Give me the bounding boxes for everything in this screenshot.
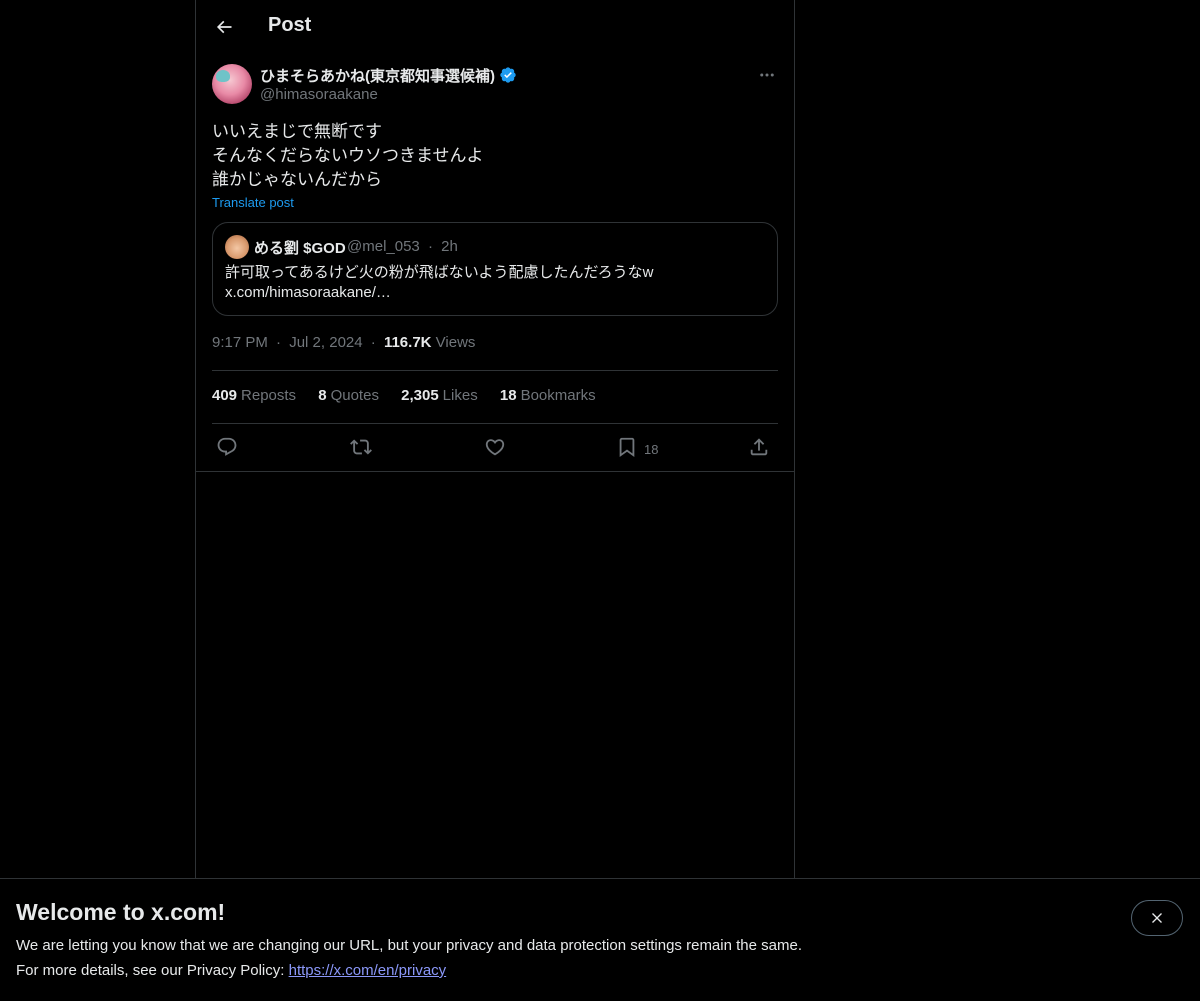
- quotes-stat[interactable]: 8 Quotes: [318, 387, 379, 404]
- more-horizontal-icon: [760, 73, 774, 77]
- stat-label: Bookmarks: [520, 387, 596, 404]
- post-text-line: 誰かじゃないんだから: [212, 170, 382, 189]
- post: ひまそらあかね(東京都知事選候補) @himasoraakane いいえまじで無…: [212, 64, 778, 316]
- repost-button[interactable]: [350, 434, 372, 460]
- post-actions: 18: [212, 434, 778, 460]
- more-options-button[interactable]: [756, 66, 778, 84]
- stat-label: Reposts: [241, 387, 297, 404]
- author-row: ひまそらあかね(東京都知事選候補) @himasoraakane: [212, 64, 778, 108]
- banner-message: We are letting you know that we are chan…: [16, 937, 802, 954]
- quoted-post-text-line: 許可取ってあるけど火の粉が飛ばないよう配慮したんだろうなw: [225, 264, 654, 281]
- post-meta: 9:17 PM · Jul 2, 2024 · 116.7K Views: [212, 334, 475, 351]
- post-time[interactable]: 9:17 PM: [212, 334, 268, 351]
- divider: [212, 423, 778, 424]
- quoted-author-handle: @mel_053: [347, 238, 420, 255]
- likes-stat[interactable]: 2,305 Likes: [401, 387, 478, 404]
- quoted-author-meta: @mel_053 · 2h: [347, 238, 458, 255]
- meta-separator: ·: [276, 334, 282, 351]
- stat-count: 2,305: [401, 387, 439, 404]
- quoted-post-header: める劉 $GOD @mel_053 · 2h: [225, 235, 765, 259]
- back-button[interactable]: [208, 11, 240, 43]
- welcome-banner: Welcome to x.com! We are letting you kno…: [0, 878, 1200, 1001]
- quoted-post-text: 許可取ってあるけど火の粉が飛ばないよう配慮したんだろうなw x.com/hima…: [225, 263, 765, 303]
- quoted-author-name: める劉 $GOD: [254, 240, 346, 257]
- stat-count: 8: [318, 387, 327, 404]
- post-date[interactable]: Jul 2, 2024: [289, 334, 362, 351]
- bookmark-button[interactable]: 18: [616, 434, 658, 460]
- views-count: 116.7K: [383, 334, 432, 351]
- banner-close-button[interactable]: [1131, 900, 1183, 936]
- post-text: いいえまじで無断です そんなくだらないウソつきませんよ 誰かじゃないんだから: [212, 120, 778, 192]
- arrow-left-icon: [216, 20, 232, 34]
- like-icon: [485, 439, 505, 456]
- share-button[interactable]: [748, 434, 770, 460]
- bookmark-icon: [619, 437, 635, 458]
- primary-column: Post ひまそらあかね(東京都知事選候補) @himasoraakane いい…: [195, 0, 795, 878]
- stat-count: 409: [212, 387, 238, 404]
- post-text-line: そんなくだらないウソつきませんよ: [212, 146, 484, 165]
- quoted-author-avatar: [225, 235, 249, 259]
- translate-post-link[interactable]: Translate post: [212, 195, 778, 210]
- privacy-policy-link[interactable]: https://x.com/en/privacy: [289, 962, 447, 979]
- quoted-post[interactable]: める劉 $GOD @mel_053 · 2h 許可取ってあるけど火の粉が飛ばない…: [212, 222, 778, 316]
- banner-privacy-line: For more details, see our Privacy Policy…: [16, 962, 446, 979]
- banner-title: Welcome to x.com!: [16, 899, 226, 925]
- bookmark-count: 18: [644, 441, 659, 457]
- quoted-post-time: 2h: [441, 238, 458, 255]
- divider: [212, 370, 778, 371]
- reply-icon: [217, 437, 237, 456]
- share-icon: [750, 438, 768, 456]
- stat-label: Likes: [442, 387, 478, 404]
- views-label: Views: [435, 334, 476, 351]
- divider: [196, 471, 794, 472]
- quoted-post-link: x.com/himasoraakane/…: [225, 284, 391, 301]
- author-handle[interactable]: @himasoraakane: [260, 86, 378, 103]
- meta-separator: ·: [427, 238, 433, 255]
- like-button[interactable]: [484, 434, 506, 460]
- post-stats: 409 Reposts 8 Quotes 2,305 Likes 18 Bookmark…: [212, 387, 614, 404]
- meta-separator: ·: [370, 334, 376, 351]
- stat-count: 18: [499, 387, 517, 404]
- repost-icon: [350, 439, 372, 455]
- author-name[interactable]: ひまそらあかね(東京都知事選候補): [260, 65, 495, 86]
- bookmarks-stat[interactable]: 18 Bookmarks: [500, 387, 596, 404]
- reposts-stat[interactable]: 409 Reposts: [212, 387, 296, 404]
- verified-badge-icon: [500, 67, 516, 83]
- author-avatar[interactable]: [212, 64, 252, 104]
- post-text-line: いいえまじで無断です: [212, 122, 382, 141]
- stat-label: Quotes: [330, 387, 379, 404]
- post-header: Post: [196, 0, 794, 54]
- page-title: Post: [268, 14, 312, 36]
- reply-button[interactable]: [216, 434, 238, 460]
- close-icon: [1152, 913, 1162, 923]
- banner-privacy-prefix: For more details, see our Privacy Policy…: [16, 962, 285, 979]
